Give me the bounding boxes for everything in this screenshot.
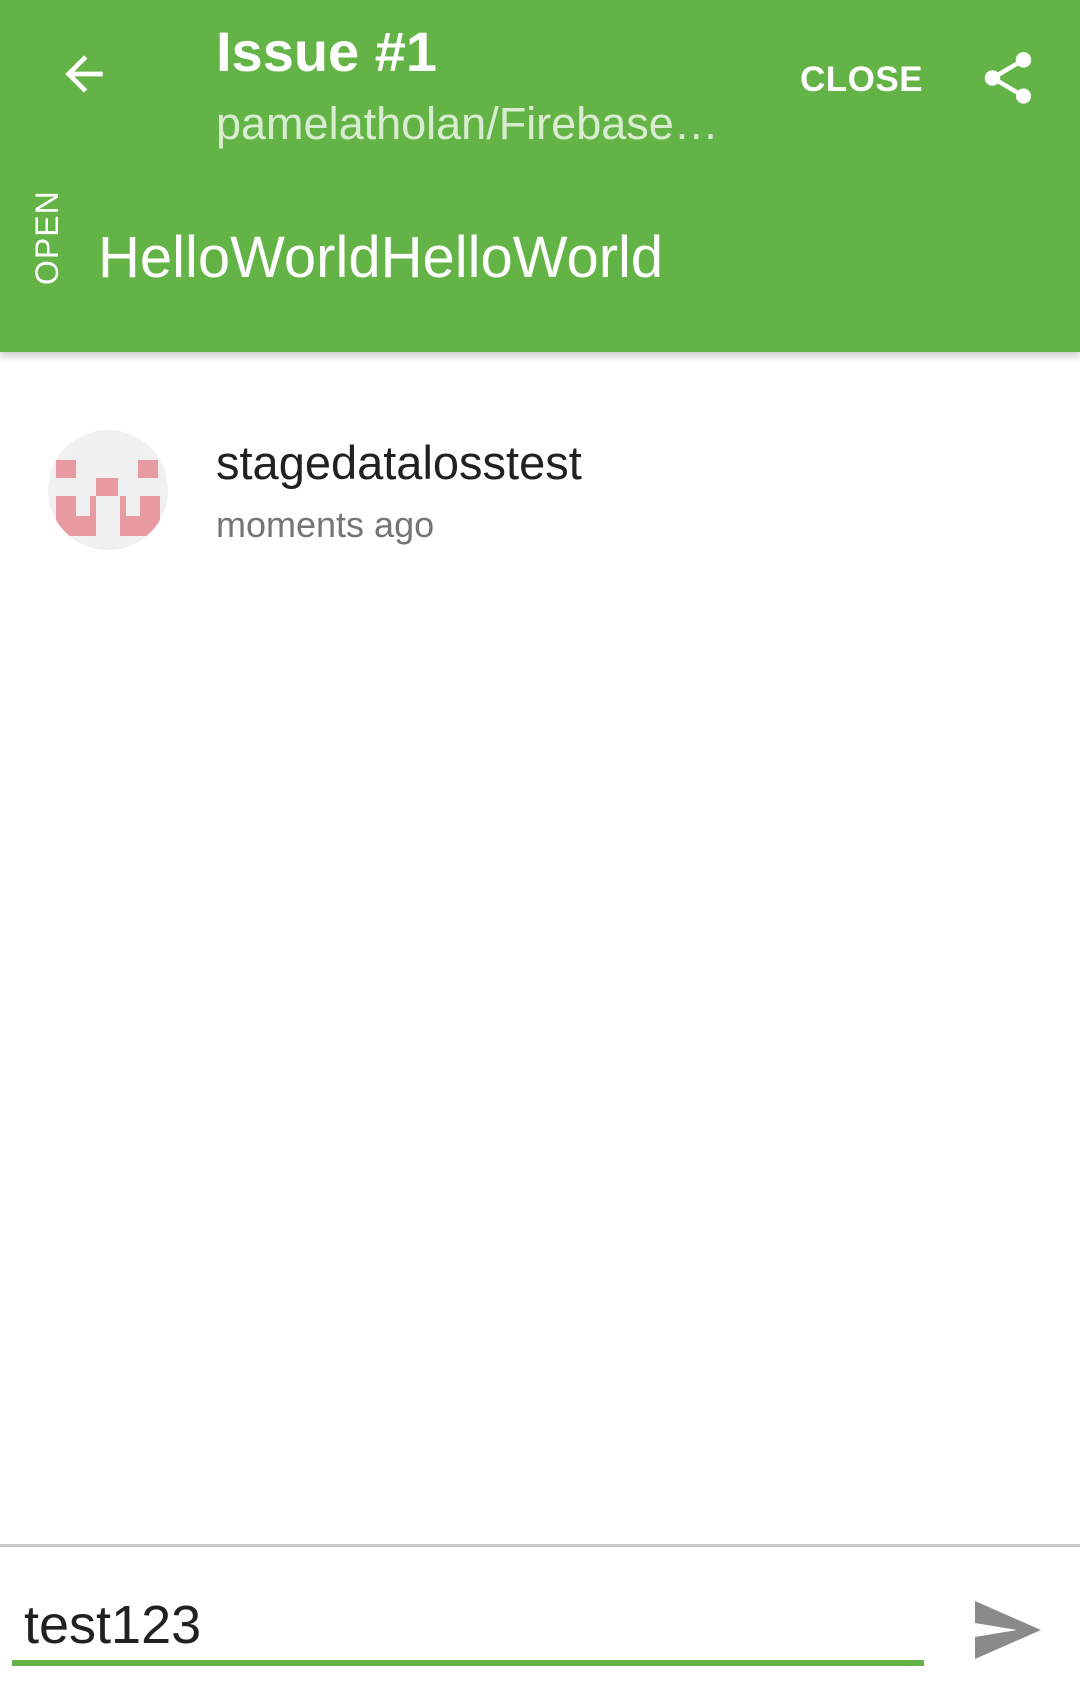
close-issue-button[interactable]: CLOSE [800,56,923,104]
comment-item[interactable]: stagedatalosstest moments ago [0,420,1080,560]
issue-status-label: OPEN [29,190,65,285]
send-icon [975,1601,1041,1659]
comment-input[interactable] [12,1590,924,1666]
app-bar: Issue #1 pamelatholan/Firebase… CLOSE OP… [0,0,1080,352]
identicon-avatar [56,460,160,536]
arrow-left-icon [65,55,103,93]
issue-title: HelloWorldHelloWorld [98,225,664,290]
composer-divider [0,1544,1080,1547]
page-title: Issue #1 [216,20,438,83]
repository-subtitle: pamelatholan/Firebase… [216,98,719,149]
comment-timestamp: moments ago [216,504,435,545]
share-button[interactable] [970,40,1046,116]
back-button[interactable] [44,34,124,114]
comment-author[interactable]: stagedatalosstest [216,434,582,492]
send-button[interactable] [966,1590,1050,1670]
share-icon [984,52,1032,104]
avatar[interactable] [48,430,168,550]
